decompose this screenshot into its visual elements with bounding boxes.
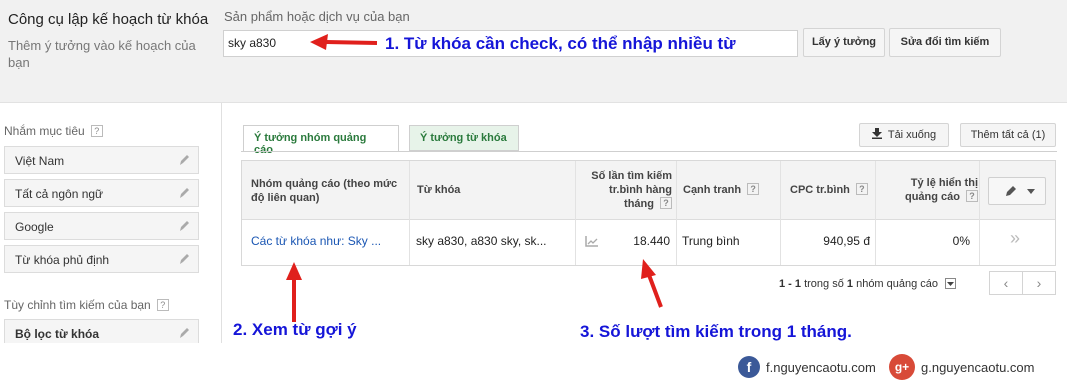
annotation-keyword: 1. Từ khóa cần check, có thể nhập nhiều …: [385, 34, 736, 53]
arrow-head: [641, 259, 656, 279]
facebook-icon: f: [738, 356, 760, 378]
arrow-head: [286, 262, 302, 280]
facebook-link[interactable]: f.nguyencaotu.com: [766, 360, 876, 375]
arrow-head: [310, 34, 328, 50]
arrow-searches: [647, 274, 663, 308]
annotation-searches: 3. Số lượt tìm kiếm trong 1 tháng.: [580, 322, 852, 341]
arrow-keyword: [325, 40, 378, 45]
annotation-suggestions: 2. Xem từ gợi ý: [233, 320, 357, 339]
google-link[interactable]: g.nguyencaotu.com: [921, 360, 1034, 375]
google-plus-icon: g+: [889, 354, 915, 380]
annotation-arrows: [286, 34, 663, 322]
